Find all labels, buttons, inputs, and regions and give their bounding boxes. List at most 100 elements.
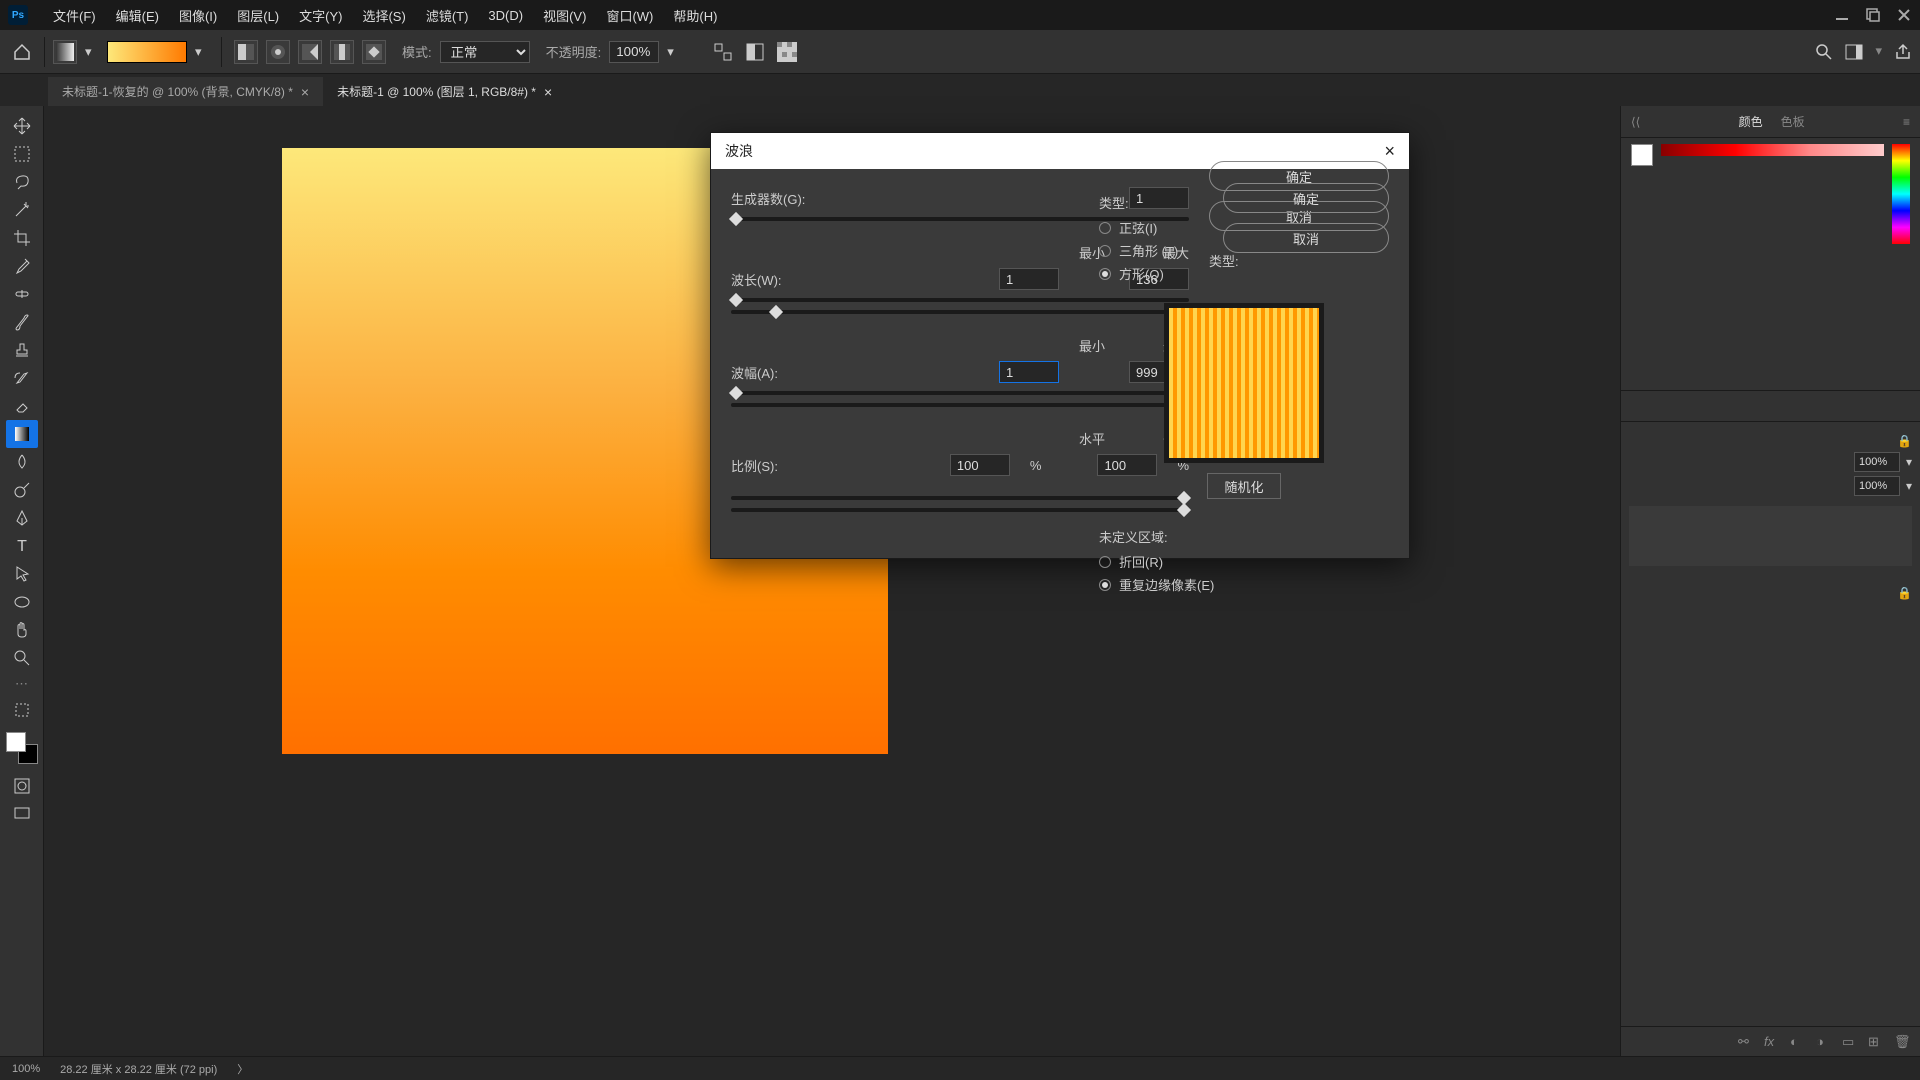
tool-overflow-icon[interactable]: ⋯ [0, 676, 43, 692]
foreground-background-colors[interactable] [6, 732, 38, 764]
marquee-tool-icon[interactable] [6, 140, 38, 168]
eyedropper-tool-icon[interactable] [6, 252, 38, 280]
mask-icon[interactable]: ◐ [1790, 1034, 1806, 1050]
opacity-field[interactable] [1854, 452, 1900, 472]
radial-gradient-icon[interactable] [266, 40, 290, 64]
layer-thumbnail[interactable] [1629, 506, 1912, 566]
gradient-tool-icon[interactable] [6, 420, 38, 448]
screen-mode-icon[interactable] [6, 800, 38, 828]
chevron-down-icon[interactable]: ▾ [85, 44, 99, 60]
diamond-gradient-icon[interactable] [362, 40, 386, 64]
tab-close-icon[interactable]: × [301, 84, 309, 100]
history-brush-icon[interactable] [6, 364, 38, 392]
shape-tool-icon[interactable] [6, 588, 38, 616]
lasso-tool-icon[interactable] [6, 168, 38, 196]
menu-image[interactable]: 图像(I) [169, 6, 227, 25]
close-icon[interactable] [1896, 7, 1912, 23]
dither-icon[interactable] [743, 40, 767, 64]
brush-tool-icon[interactable] [6, 308, 38, 336]
menu-edit[interactable]: 编辑(E) [106, 6, 169, 25]
panel-tab-color[interactable]: 颜色 [1739, 113, 1763, 130]
amplitude-min-input[interactable] [999, 361, 1059, 383]
lock-icon: 🔒 [1897, 586, 1912, 600]
eraser-tool-icon[interactable] [6, 392, 38, 420]
folder-icon[interactable]: ▭ [1842, 1034, 1858, 1050]
type-triangle-radio[interactable]: 三角形 (T) [1099, 241, 1209, 260]
reverse-icon[interactable] [711, 40, 735, 64]
share-icon[interactable] [1894, 43, 1912, 61]
ok-button[interactable]: 确定 [1223, 183, 1389, 213]
panel-tab-swatches[interactable]: 色板 [1781, 113, 1805, 130]
document-tab[interactable]: 未标题-1-恢复的 @ 100% (背景, CMYK/8) * × [48, 77, 323, 106]
zoom-level[interactable]: 100% [12, 1063, 40, 1075]
trash-icon[interactable]: 🗑 [1894, 1034, 1910, 1050]
repeat-edge-radio[interactable]: 重复边缘像素(E) [1099, 575, 1389, 594]
fx-icon[interactable]: fx [1764, 1034, 1780, 1050]
workspace-chevron[interactable]: ▾ [1875, 43, 1882, 61]
zoom-tool-icon[interactable] [6, 644, 38, 672]
workspace-icon[interactable] [1845, 43, 1863, 61]
type-tool-icon[interactable]: T [6, 532, 38, 560]
gradient-tool-icon[interactable] [53, 40, 77, 64]
link-icon[interactable]: ⚯ [1738, 1034, 1754, 1050]
crop-tool-icon[interactable] [6, 224, 38, 252]
menu-filter[interactable]: 滤镜(T) [416, 6, 479, 25]
opacity-input[interactable] [609, 41, 659, 63]
move-tool-icon[interactable] [6, 112, 38, 140]
minimize-icon[interactable] [1834, 7, 1850, 23]
type-label: 类型: [1099, 193, 1209, 212]
mode-label: 模式: [402, 42, 432, 61]
blur-tool-icon[interactable] [6, 448, 38, 476]
panel-menu-icon[interactable]: ≡ [1903, 115, 1910, 129]
adjustment-icon[interactable]: ◑ [1816, 1034, 1832, 1050]
menu-type[interactable]: 文字(Y) [289, 6, 352, 25]
angle-gradient-icon[interactable] [298, 40, 322, 64]
menu-layer[interactable]: 图层(L) [227, 6, 289, 25]
lock-icon[interactable]: 🔒 [1897, 434, 1912, 448]
hand-tool-icon[interactable] [6, 616, 38, 644]
wrap-radio[interactable]: 折回(R) [1099, 552, 1389, 571]
menu-window[interactable]: 窗口(W) [596, 6, 663, 25]
quick-mask-icon[interactable] [6, 772, 38, 800]
tab-label: 未标题-1-恢复的 @ 100% (背景, CMYK/8) * [62, 83, 293, 100]
menu-view[interactable]: 视图(V) [533, 6, 596, 25]
wand-tool-icon[interactable] [6, 196, 38, 224]
chevron-down-icon[interactable]: ▾ [1906, 479, 1912, 493]
tab-close-icon[interactable]: × [544, 84, 552, 100]
menu-file[interactable]: 文件(F) [43, 6, 106, 25]
blend-mode-select[interactable]: 正常 [440, 41, 530, 63]
new-layer-icon[interactable]: ⊞ [1868, 1034, 1884, 1050]
dodge-tool-icon[interactable] [6, 476, 38, 504]
search-icon[interactable] [1815, 43, 1833, 61]
dialog-close-icon[interactable]: × [1384, 141, 1395, 162]
transparency-icon[interactable] [775, 40, 799, 64]
document-tab[interactable]: 未标题-1 @ 100% (图层 1, RGB/8#) * × [323, 77, 566, 106]
color-fg-swatch[interactable] [1631, 144, 1653, 166]
menu-select[interactable]: 选择(S) [352, 6, 415, 25]
randomize-button[interactable]: 随机化 [1207, 473, 1280, 499]
chevron-down-icon[interactable]: ▾ [1906, 455, 1912, 469]
fill-field[interactable] [1854, 476, 1900, 496]
path-select-icon[interactable] [6, 560, 38, 588]
wavelength-min-input[interactable] [999, 268, 1059, 290]
stamp-tool-icon[interactable] [6, 336, 38, 364]
hue-slider[interactable] [1892, 144, 1910, 244]
home-icon[interactable] [8, 38, 36, 66]
reflected-gradient-icon[interactable] [330, 40, 354, 64]
menu-help[interactable]: 帮助(H) [663, 6, 727, 25]
cancel-button[interactable]: 取消 [1223, 223, 1389, 253]
panel-collapse-icon[interactable]: ⟨⟨ [1631, 115, 1640, 129]
type-square-radio[interactable]: 方形(Q) [1099, 264, 1209, 283]
pen-tool-icon[interactable] [6, 504, 38, 532]
opacity-chevron[interactable]: ▾ [667, 44, 681, 60]
menu-3d[interactable]: 3D(D) [478, 8, 533, 23]
gradient-preview[interactable] [107, 41, 187, 63]
status-chevron[interactable]: 〉 [237, 1061, 248, 1077]
linear-gradient-icon[interactable] [234, 40, 258, 64]
type-sine-radio[interactable]: 正弦(I) [1099, 218, 1209, 237]
scale-h-input[interactable] [950, 454, 1010, 476]
maximize-icon[interactable] [1865, 7, 1881, 23]
gradient-picker-chevron[interactable]: ▾ [195, 44, 209, 60]
heal-tool-icon[interactable] [6, 280, 38, 308]
edit-toolbar-icon[interactable] [6, 696, 38, 724]
